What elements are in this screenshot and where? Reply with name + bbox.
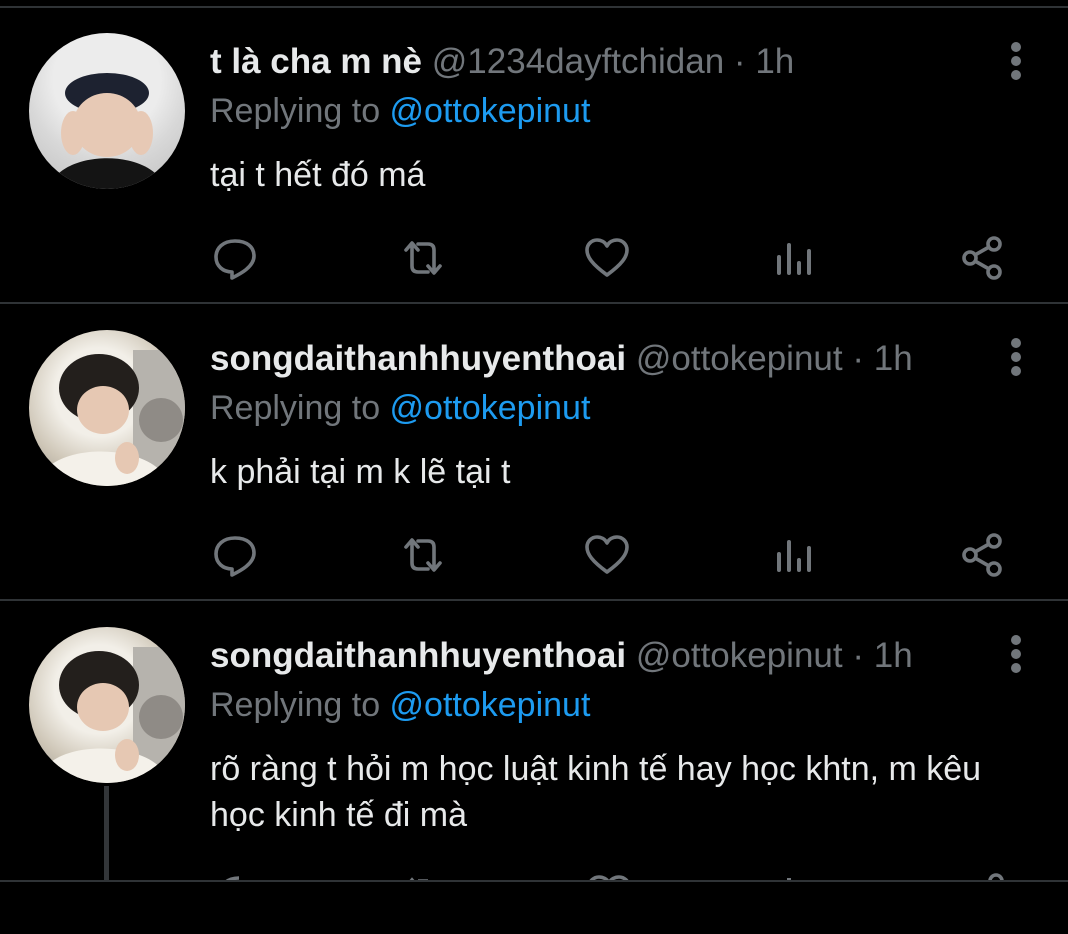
tweet-actions (0, 530, 1068, 580)
timestamp[interactable]: 1h (874, 636, 913, 675)
avatar[interactable] (29, 330, 185, 486)
display-name[interactable]: t là cha m nè (210, 42, 422, 81)
share-icon[interactable] (958, 530, 1008, 580)
avatar-photo (49, 73, 165, 189)
reply-icon[interactable] (210, 233, 260, 283)
separator-dot: · (852, 339, 865, 378)
tweet-text: k phải tại m k lẽ tại t (210, 453, 511, 491)
thread-connector-line (104, 786, 109, 882)
display-name[interactable]: songdaithanhhuyenthoai (210, 339, 626, 378)
replying-to-mention[interactable]: @ottokepinut (390, 92, 591, 130)
replying-prefix: Replying to (210, 389, 390, 427)
user-handle[interactable]: @ottokepinut (636, 339, 843, 378)
more-vertical-icon[interactable] (1003, 635, 1029, 675)
tweet-divider (0, 599, 1068, 601)
tweet-text: rõ ràng t hỏi m học luật kinh tế hay học… (210, 750, 982, 834)
avatar-photo (39, 350, 185, 486)
retweet-icon[interactable] (398, 530, 448, 580)
more-vertical-icon[interactable] (1003, 42, 1029, 82)
tweet-divider (0, 302, 1068, 304)
retweet-icon[interactable] (398, 233, 448, 283)
user-handle[interactable]: @1234dayftchidan (432, 42, 724, 81)
separator-dot: · (733, 42, 746, 81)
tweet-header: songdaithanhhuyenthoai @ottokepinut · 1h (210, 636, 913, 676)
analytics-icon[interactable] (771, 530, 821, 580)
more-vertical-icon[interactable] (1003, 338, 1029, 378)
avatar[interactable] (29, 33, 185, 189)
replying-prefix: Replying to (210, 92, 390, 130)
user-handle[interactable]: @ottokepinut (636, 636, 843, 675)
replying-to-mention[interactable]: @ottokepinut (390, 389, 591, 427)
top-divider (0, 6, 1068, 8)
display-name[interactable]: songdaithanhhuyenthoai (210, 636, 626, 675)
share-icon[interactable] (958, 233, 1008, 283)
tweet-actions (0, 233, 1068, 283)
avatar-photo (39, 647, 185, 783)
replying-to-line: Replying to @ottokepinut (210, 388, 590, 428)
replying-to-line: Replying to @ottokepinut (210, 685, 590, 725)
bottom-bar (0, 880, 1068, 934)
separator-dot: · (852, 636, 865, 675)
reply-icon[interactable] (210, 530, 260, 580)
replying-prefix: Replying to (210, 686, 390, 724)
analytics-icon[interactable] (771, 233, 821, 283)
tweet-header: t là cha m nè @1234dayftchidan · 1h (210, 42, 794, 82)
timestamp[interactable]: 1h (755, 42, 794, 81)
replying-to-mention[interactable]: @ottokepinut (390, 686, 591, 724)
replying-to-line: Replying to @ottokepinut (210, 91, 590, 131)
like-icon[interactable] (582, 530, 632, 580)
tweet-text: tại t hết đó má (210, 156, 426, 194)
avatar[interactable] (29, 627, 185, 783)
timestamp[interactable]: 1h (874, 339, 913, 378)
like-icon[interactable] (582, 233, 632, 283)
tweet-header: songdaithanhhuyenthoai @ottokepinut · 1h (210, 339, 913, 379)
